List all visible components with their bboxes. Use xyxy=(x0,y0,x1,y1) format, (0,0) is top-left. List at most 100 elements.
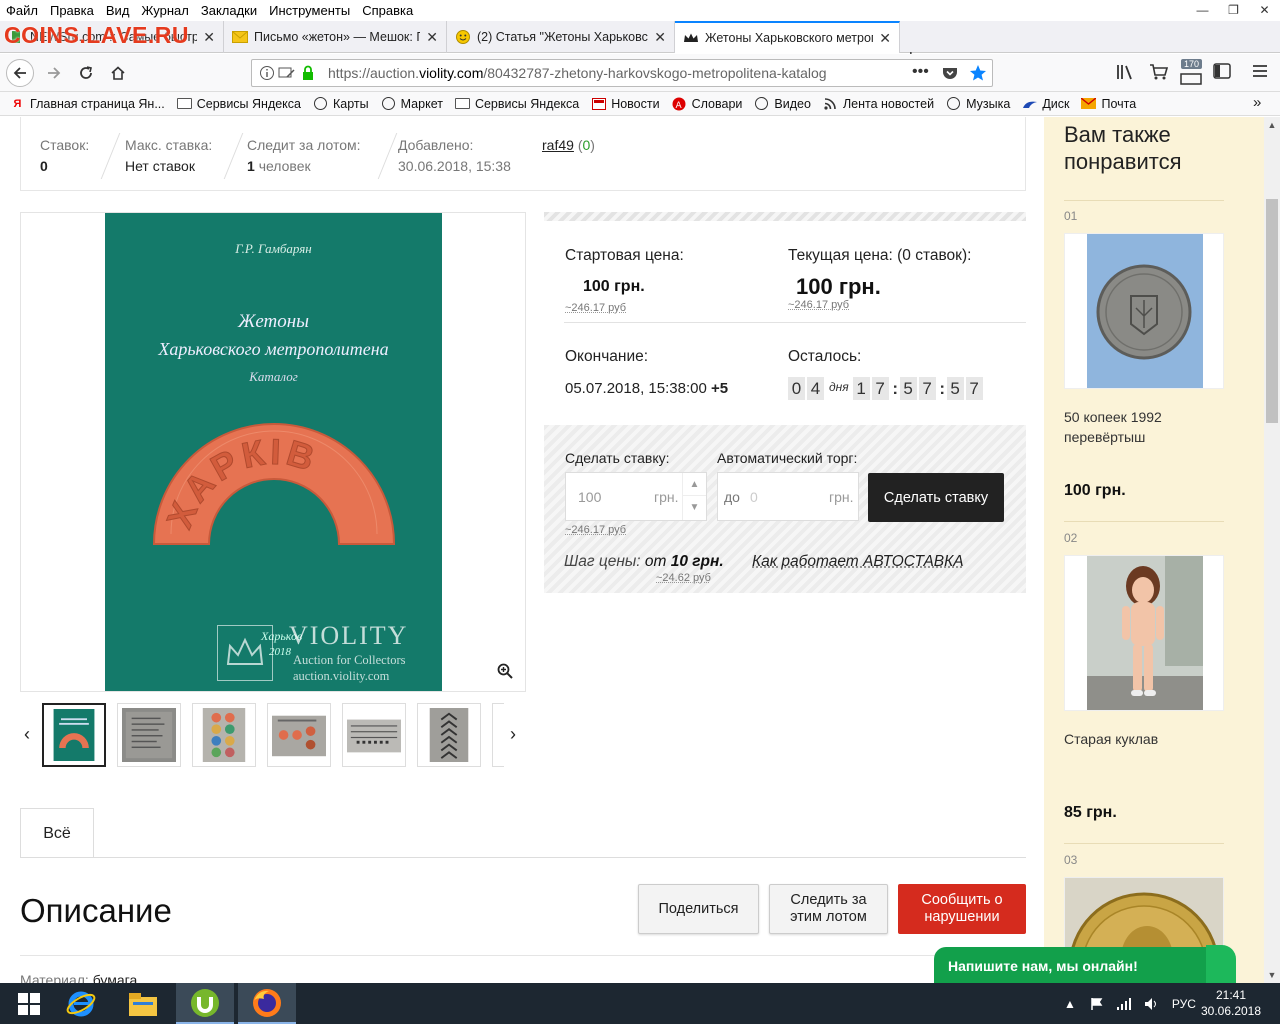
thumbnail[interactable] xyxy=(192,703,256,767)
tab-article[interactable]: (2) Статья "Жетоны Харьковск ✕ xyxy=(447,21,675,53)
tab-divider xyxy=(20,857,1026,858)
thumbnail-partial[interactable] xyxy=(492,703,504,767)
bookmark-news[interactable]: Новости xyxy=(591,97,660,111)
watch-lot-button[interactable]: Следить за этим лотом xyxy=(769,884,888,934)
rec-item-image[interactable] xyxy=(1064,555,1224,711)
bid-amount-input[interactable]: 100 грн. ▲ ▼ xyxy=(565,472,707,521)
bid-rub: ~246.17 руб xyxy=(565,524,627,536)
watermark-site: auction.violity.com xyxy=(293,669,390,683)
hamburger-menu-icon[interactable] xyxy=(1252,63,1268,79)
auto-bid-input[interactable]: до 0 грн. xyxy=(717,472,859,521)
home-icon xyxy=(111,66,125,80)
scroll-down-icon[interactable]: ▼ xyxy=(1264,967,1280,983)
seller-link[interactable]: raf49 xyxy=(542,137,574,153)
chat-toggle-icon[interactable] xyxy=(1206,945,1236,983)
minimize-button[interactable]: — xyxy=(1187,0,1218,21)
rec-item-name[interactable]: 50 копеек 1992 перевёртыш xyxy=(1064,407,1224,447)
rec-number: 03 xyxy=(1064,853,1078,867)
bookmark-disk[interactable]: Диск xyxy=(1022,97,1069,111)
current-price-label: Текущая цена: (0 ставок): xyxy=(788,247,972,264)
online-chat-widget[interactable]: Напишите нам, мы онлайн! xyxy=(934,945,1236,983)
menu-bookmarks[interactable]: Закладки xyxy=(201,3,257,18)
taskbar-firefox[interactable] xyxy=(238,983,296,1024)
close-tab-icon[interactable]: ✕ xyxy=(203,29,215,46)
report-violation-button[interactable]: Сообщить о нарушении xyxy=(898,884,1026,934)
shopping-cart-icon[interactable] xyxy=(1149,63,1169,81)
bookmark-maps[interactable]: Карты xyxy=(313,97,369,111)
menu-tools[interactable]: Инструменты xyxy=(269,3,350,18)
scrollbar-thumb[interactable] xyxy=(1266,199,1278,423)
thumbnail[interactable] xyxy=(267,703,331,767)
taskbar-file-explorer[interactable] xyxy=(114,983,172,1024)
close-tab-icon[interactable]: ✕ xyxy=(426,29,438,46)
network-icon[interactable] xyxy=(1116,997,1132,1011)
taskbar-internet-explorer[interactable] xyxy=(52,983,110,1024)
back-button[interactable] xyxy=(6,59,34,87)
chevron-left-icon[interactable]: ‹ xyxy=(24,724,30,745)
place-bid-button[interactable]: Сделать ставку xyxy=(868,473,1004,522)
volume-icon[interactable] xyxy=(1144,997,1160,1011)
bookmark-dictionaries[interactable]: A Словари xyxy=(672,97,742,111)
menu-file[interactable]: Файл xyxy=(6,3,38,18)
bookmark-news-feed[interactable]: Лента новостей xyxy=(823,97,934,111)
rec-item-image[interactable] xyxy=(1064,233,1224,389)
reload-button[interactable] xyxy=(72,59,100,87)
bookmark-yandex-services-2[interactable]: Сервисы Яндекса xyxy=(454,97,579,111)
clock[interactable]: 21:41 30.06.2018 xyxy=(1196,987,1266,1019)
address-bar[interactable]: https://auction.violity.com/80432787-zhe… xyxy=(251,59,993,87)
bid-panel: Стартовая цена: 100 грн. ~246.17 руб Тек… xyxy=(544,212,1026,593)
tray-overflow-icon[interactable]: ▲ xyxy=(1064,997,1076,1011)
language-indicator[interactable]: РУС xyxy=(1172,997,1196,1011)
start-button[interactable] xyxy=(0,983,58,1024)
bookmark-video[interactable]: Видео xyxy=(754,97,811,111)
chevron-right-icon[interactable]: › xyxy=(510,724,516,745)
menu-view[interactable]: Вид xyxy=(106,3,130,18)
home-button[interactable] xyxy=(104,59,132,87)
thumbnail[interactable] xyxy=(117,703,181,767)
main-lot-image[interactable]: Г.Р. Гамбарян Жетоны Харьковского метроп… xyxy=(20,212,526,692)
bookmark-yandex-home[interactable]: Я Главная страница Ян... xyxy=(10,97,165,111)
menu-edit[interactable]: Правка xyxy=(50,3,94,18)
tab-violity[interactable]: Жетоны Харьковского метропо ✕ xyxy=(675,21,900,53)
bookmark-yandex-services[interactable]: Сервисы Яндекса xyxy=(176,97,301,111)
chevron-down-icon[interactable]: ▼ xyxy=(683,496,706,519)
table-page-thumb xyxy=(347,719,401,753)
close-tab-icon[interactable]: ✕ xyxy=(654,29,666,46)
chevron-up-icon[interactable]: ▲ xyxy=(683,473,706,496)
thumbnail[interactable] xyxy=(342,703,406,767)
tab-all[interactable]: Всё xyxy=(20,808,94,858)
menu-help[interactable]: Справка xyxy=(362,3,413,18)
thumbnail[interactable] xyxy=(42,703,106,767)
bookmark-music[interactable]: Музыка xyxy=(946,97,1010,111)
forward-button[interactable] xyxy=(40,59,68,87)
menu-history[interactable]: Журнал xyxy=(141,3,188,18)
thumbnail[interactable] xyxy=(417,703,481,767)
close-tab-icon[interactable]: ✕ xyxy=(879,30,891,47)
rec-item-price: 100 грн. xyxy=(1064,482,1126,499)
bookmarks-overflow-icon[interactable]: » xyxy=(1253,94,1261,111)
navigation-toolbar: https://auction.violity.com/80432787-zhe… xyxy=(0,54,1280,92)
clock-date: 30.06.2018 xyxy=(1200,1004,1262,1018)
notifications-button[interactable]: 170 xyxy=(1180,59,1206,86)
share-button[interactable]: Поделиться xyxy=(638,884,759,934)
zoom-icon[interactable] xyxy=(497,663,513,679)
timer-digit: 7 xyxy=(965,377,983,400)
bookmark-label: Диск xyxy=(1042,96,1070,111)
bid-stepper[interactable]: ▲ ▼ xyxy=(682,473,706,520)
taskbar-utorrent[interactable] xyxy=(176,983,234,1024)
coin-50-kopeek-image xyxy=(1087,234,1203,388)
maximize-button[interactable]: ❐ xyxy=(1218,0,1249,21)
tab-mail[interactable]: Письмо «жетон» — Мешок: П ✕ xyxy=(224,21,447,53)
bookmark-mail[interactable]: Почта xyxy=(1081,97,1136,111)
rec-item-name[interactable]: Старая куклав xyxy=(1064,729,1224,749)
seller: raf49 (0) xyxy=(542,137,595,153)
page-scrollbar[interactable]: ▲ ▼ xyxy=(1264,117,1280,983)
close-window-button[interactable]: ✕ xyxy=(1249,0,1280,21)
library-icon[interactable] xyxy=(1116,63,1136,81)
auto-bid-help-link[interactable]: Как работает АВТОСТАВКА xyxy=(752,553,964,571)
scroll-up-icon[interactable]: ▲ xyxy=(1264,117,1280,133)
flag-icon[interactable] xyxy=(1090,997,1104,1011)
bookmark-market[interactable]: Маркет xyxy=(381,97,443,111)
page-actions-icon[interactable]: ••• xyxy=(912,63,929,81)
sidebar-icon[interactable] xyxy=(1213,63,1231,79)
